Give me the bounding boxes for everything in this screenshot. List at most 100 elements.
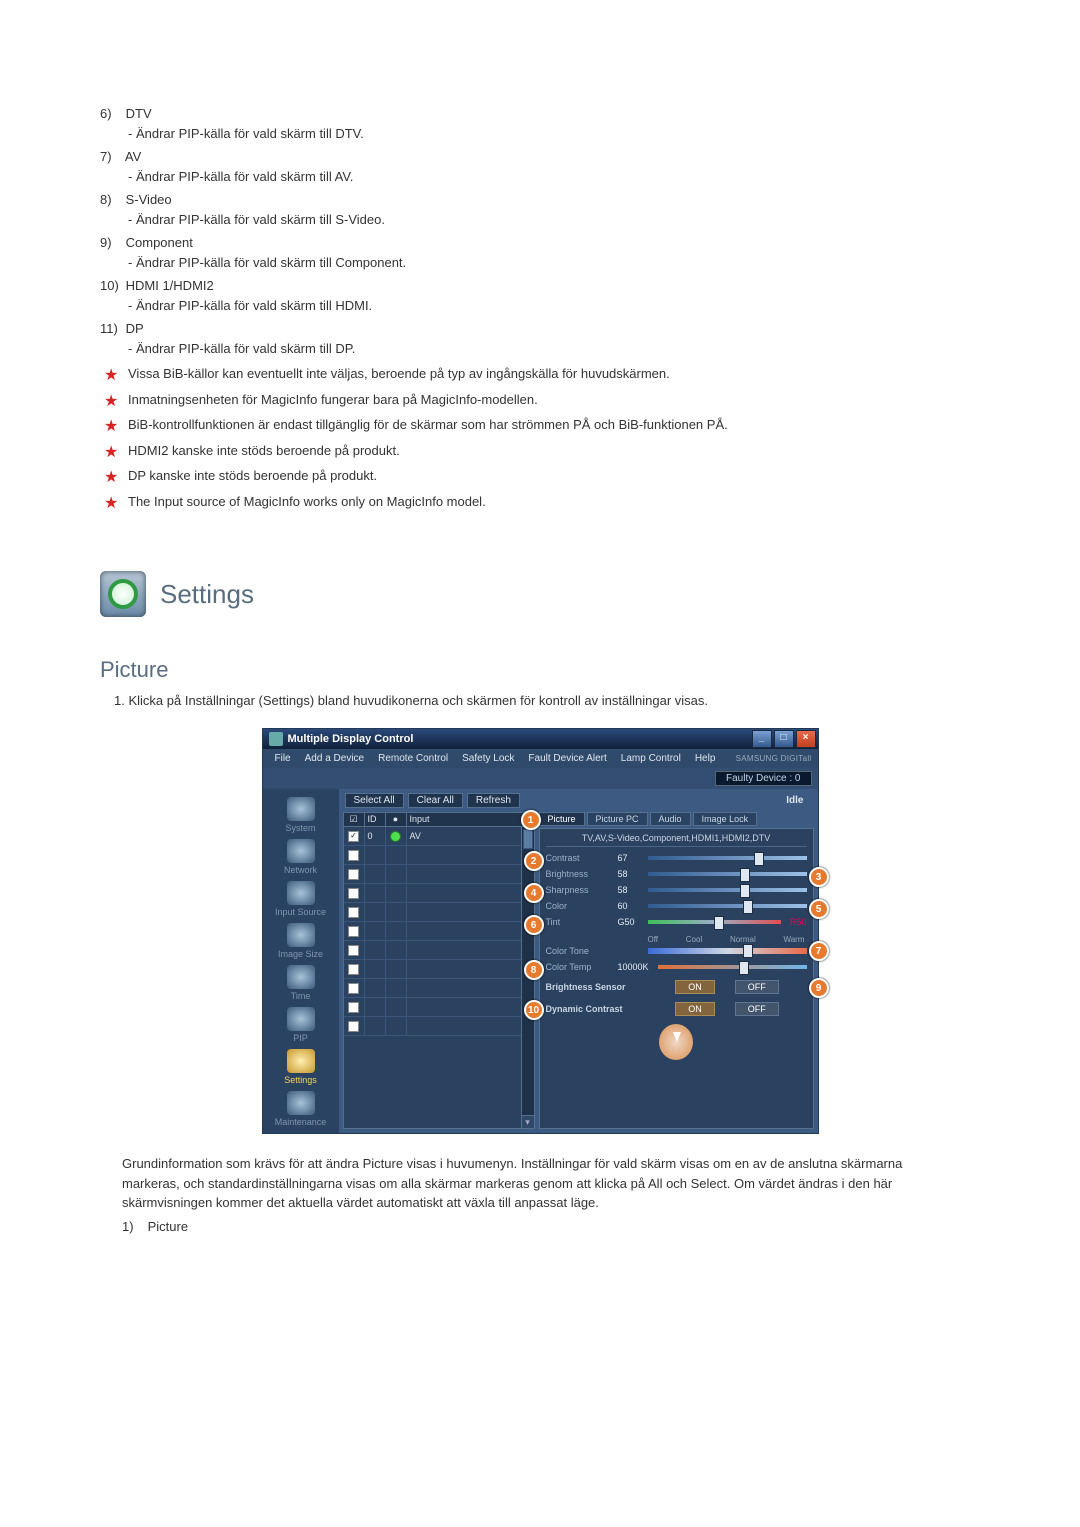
note-item: ★The Input source of MagicInfo works onl… xyxy=(104,492,980,512)
row-checkbox[interactable] xyxy=(348,1021,359,1032)
grid-header-status: ● xyxy=(386,813,407,826)
expand-arrow-icon[interactable] xyxy=(659,1024,693,1060)
row-checkbox[interactable] xyxy=(348,926,359,937)
menu-help[interactable]: Help xyxy=(689,751,722,766)
sidebar-item-system[interactable]: System xyxy=(263,793,339,835)
footer-paragraph: Grundinformation som krävs för att ändra… xyxy=(122,1154,958,1213)
maximize-button[interactable]: □ xyxy=(774,730,794,748)
star-icon: ★ xyxy=(104,441,118,465)
menu-add-device[interactable]: Add a Device xyxy=(299,751,370,766)
row-checkbox[interactable] xyxy=(348,983,359,994)
time-icon xyxy=(287,965,315,989)
slider-tint[interactable] xyxy=(648,920,781,924)
row-checkbox[interactable] xyxy=(348,869,359,880)
tint-right: R50 xyxy=(781,917,807,927)
device-grid: ☑ ID ● Input ✓ 0 AV xyxy=(343,812,535,1129)
sidebar-item-image-size[interactable]: Image Size xyxy=(263,919,339,961)
app-icon xyxy=(269,732,283,746)
slider-label-contrast: Contrast xyxy=(546,853,618,863)
sidebar: System Network Input Source Image Size T… xyxy=(263,789,339,1133)
mdc-app-window: Multiple Display Control _ □ × File Add … xyxy=(262,728,819,1134)
tab-picture[interactable]: Picture xyxy=(539,812,585,826)
sidebar-item-input-source[interactable]: Input Source xyxy=(263,877,339,919)
menu-remote-control[interactable]: Remote Control xyxy=(372,751,454,766)
panel-subtitle: TV,AV,S-Video,Component,HDMI1,HDMI2,DTV xyxy=(546,833,807,847)
callout-10: 10 xyxy=(524,1000,544,1020)
callout-5: 5 xyxy=(809,899,829,919)
sidebar-item-maintenance[interactable]: Maintenance xyxy=(263,1087,339,1129)
tab-picture-pc[interactable]: Picture PC xyxy=(587,812,648,826)
note-item: ★Vissa BiB-källor kan eventuellt inte vä… xyxy=(104,364,980,384)
image-size-icon xyxy=(287,923,315,947)
callout-9: 9 xyxy=(809,978,829,998)
scroll-thumb[interactable] xyxy=(523,829,533,849)
row-checkbox[interactable] xyxy=(348,888,359,899)
dynamic-contrast-off[interactable]: OFF xyxy=(735,1002,779,1016)
callout-6: 6 xyxy=(524,915,544,935)
slider-label-brightness: Brightness xyxy=(546,869,618,879)
grid-header-check[interactable]: ☑ xyxy=(344,813,365,826)
slider-colortemp[interactable] xyxy=(658,965,807,969)
tint-left: G50 xyxy=(618,917,648,927)
callout-1: 1 xyxy=(521,810,541,830)
brightness-sensor-on[interactable]: ON xyxy=(675,980,715,994)
tab-image-lock[interactable]: Image Lock xyxy=(693,812,758,826)
clear-all-button[interactable]: Clear All xyxy=(408,793,463,808)
footer-list-number: 1) xyxy=(122,1219,144,1234)
sidebar-item-network[interactable]: Network xyxy=(263,835,339,877)
list-item: 8) S-Video- Ändrar PIP-källa för vald sk… xyxy=(100,190,980,229)
select-all-button[interactable]: Select All xyxy=(345,793,404,808)
list-description: - Ändrar PIP-källa för vald skärm till D… xyxy=(100,124,980,144)
menu-fault-alert[interactable]: Fault Device Alert xyxy=(522,751,612,766)
menubar: File Add a Device Remote Control Safety … xyxy=(263,749,818,768)
sidebar-item-settings[interactable]: Settings xyxy=(263,1045,339,1087)
slider-value-color: 60 xyxy=(618,901,648,911)
section-heading-settings: Settings xyxy=(160,579,254,610)
row-checkbox[interactable] xyxy=(348,945,359,956)
note-item: ★DP kanske inte stöds beroende på produk… xyxy=(104,466,980,486)
slider-label-colortemp: Color Temp xyxy=(546,962,618,972)
star-icon: ★ xyxy=(104,415,118,439)
note-item: ★BiB-kontrollfunktionen är endast tillgä… xyxy=(104,415,980,435)
slider-brightness[interactable] xyxy=(648,872,807,876)
slider-colortone[interactable] xyxy=(648,948,807,954)
sidebar-item-pip[interactable]: PIP xyxy=(263,1003,339,1045)
row-checkbox[interactable] xyxy=(348,964,359,975)
callout-2: 2 xyxy=(524,851,544,871)
status-idle: Idle xyxy=(786,795,811,806)
sidebar-item-time[interactable]: Time xyxy=(263,961,339,1003)
refresh-button[interactable]: Refresh xyxy=(467,793,520,808)
scroll-down-icon[interactable]: ▾ xyxy=(522,1115,534,1128)
list-title: DP xyxy=(126,321,144,336)
row-checkbox[interactable]: ✓ xyxy=(348,831,359,842)
row-checkbox[interactable] xyxy=(348,850,359,861)
dynamic-contrast-on[interactable]: ON xyxy=(675,1002,715,1016)
menu-file[interactable]: File xyxy=(269,751,297,766)
menu-safety-lock[interactable]: Safety Lock xyxy=(456,751,520,766)
list-title: HDMI 1/HDMI2 xyxy=(126,278,214,293)
tab-audio[interactable]: Audio xyxy=(650,812,691,826)
grid-row[interactable]: ✓ 0 AV xyxy=(344,827,534,846)
star-icon: ★ xyxy=(104,390,118,414)
minimize-button[interactable]: _ xyxy=(752,730,772,748)
system-icon xyxy=(287,797,315,821)
list-title: AV xyxy=(125,149,141,164)
close-button[interactable]: × xyxy=(796,730,816,748)
slider-sharpness[interactable] xyxy=(648,888,807,892)
slider-color[interactable] xyxy=(648,904,807,908)
list-description: - Ändrar PIP-källa för vald skärm till A… xyxy=(100,167,980,187)
window-titlebar[interactable]: Multiple Display Control _ □ × xyxy=(263,729,818,749)
slider-contrast[interactable] xyxy=(648,856,807,860)
row-checkbox[interactable] xyxy=(348,1002,359,1013)
step-text: Klicka på Inställningar (Settings) bland… xyxy=(128,693,708,708)
menu-lamp-control[interactable]: Lamp Control xyxy=(615,751,687,766)
brightness-sensor-off[interactable]: OFF xyxy=(735,980,779,994)
list-number: 10) xyxy=(100,276,122,296)
list-number: 6) xyxy=(100,104,122,124)
faulty-device-badge[interactable]: Faulty Device : 0 xyxy=(715,771,811,786)
list-item: 11) DP- Ändrar PIP-källa för vald skärm … xyxy=(100,319,980,358)
window-title: Multiple Display Control xyxy=(288,733,414,745)
row-checkbox[interactable] xyxy=(348,907,359,918)
note-item: ★Inmatningsenheten för MagicInfo fungera… xyxy=(104,390,980,410)
list-description: - Ändrar PIP-källa för vald skärm till C… xyxy=(100,253,980,273)
